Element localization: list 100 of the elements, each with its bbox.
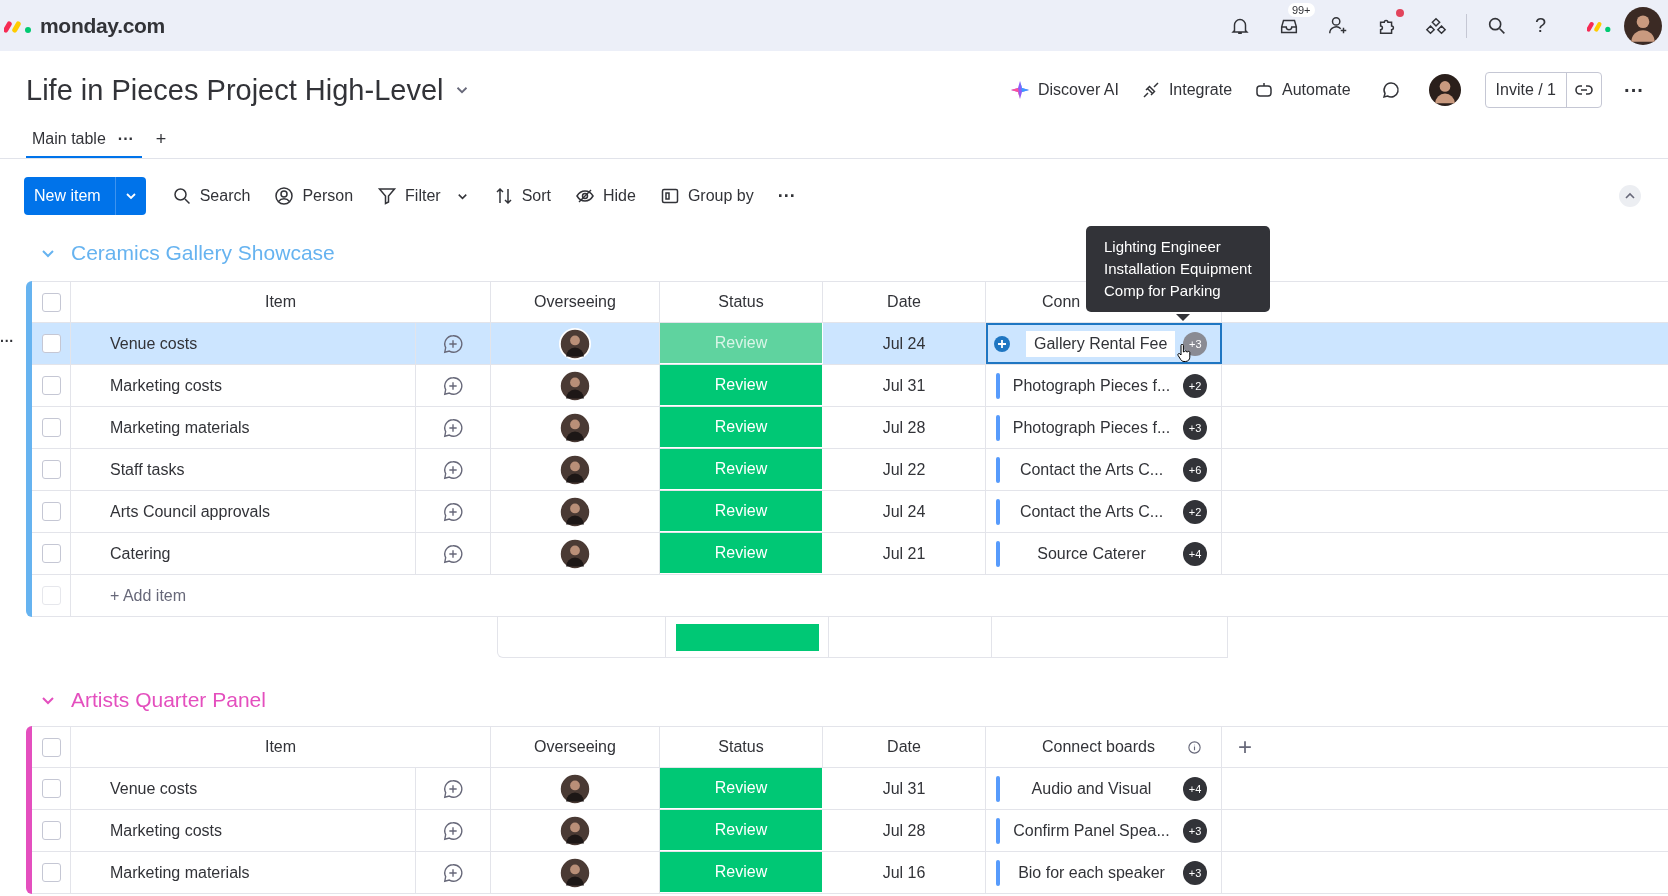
date-text: Jul 16: [882, 863, 926, 882]
count-badge[interactable]: +3: [1183, 818, 1207, 843]
count-badge[interactable]: +4: [1183, 541, 1207, 566]
group-button[interactable]: Group by: [659, 186, 754, 206]
tooltip-arrow: [1176, 314, 1190, 321]
add-update-icon[interactable]: [442, 458, 464, 481]
table-row[interactable]: Catering Review Jul 21 Source Caterer +4: [32, 533, 1668, 575]
help-button[interactable]: ?: [1534, 14, 1546, 37]
linked-item[interactable]: Photograph Pieces f...: [1008, 418, 1175, 437]
avatar-icon[interactable]: [559, 537, 591, 570]
checkbox[interactable]: [41, 334, 61, 353]
avatar-icon[interactable]: [559, 369, 591, 402]
table-row[interactable]: Staff tasks Review Jul 22 Contact the Arts C... +6: [32, 449, 1668, 491]
item-name[interactable]: Marketing materials: [110, 863, 250, 882]
avatar-icon[interactable]: [559, 814, 591, 847]
checkbox[interactable]: [41, 863, 61, 882]
person-button[interactable]: Person: [274, 186, 354, 206]
checkbox[interactable]: [41, 376, 61, 395]
date-text: Jul 31: [882, 376, 926, 395]
search-button[interactable]: Search: [171, 186, 251, 206]
add-item-button[interactable]: + Add item: [110, 586, 187, 605]
item-name[interactable]: Marketing materials: [110, 418, 250, 437]
integrate-button[interactable]: Integrate: [1140, 80, 1233, 100]
new-item-button[interactable]: New item: [24, 177, 146, 215]
date-text: Jul 24: [882, 502, 926, 521]
count-badge[interactable]: +4: [1183, 776, 1207, 801]
table-row[interactable]: Venue costs Review Jul 31 Audio and Visual +4: [32, 768, 1668, 810]
hand-cursor-icon: [1177, 344, 1191, 362]
count-badge[interactable]: +3: [1183, 860, 1207, 885]
item-name[interactable]: Arts Council approvals: [110, 502, 271, 521]
table-row[interactable]: Marketing materials Review Jul 16 Bio for each speaker +3: [32, 852, 1668, 894]
checkbox-placeholder: [41, 586, 61, 605]
linked-item[interactable]: Bio for each speaker: [1008, 863, 1175, 882]
count-badge[interactable]: +3: [1183, 415, 1207, 440]
add-update-icon[interactable]: [442, 819, 464, 842]
checkbox[interactable]: [41, 821, 61, 840]
item-name[interactable]: Venue costs: [110, 779, 198, 798]
discover-ai-button[interactable]: Discover AI: [1009, 80, 1119, 100]
item-name[interactable]: Marketing costs: [110, 821, 223, 840]
automate-button[interactable]: Automate: [1254, 80, 1351, 100]
more-button[interactable]: ···: [1624, 78, 1644, 102]
checkbox[interactable]: [41, 502, 61, 521]
add-update-icon[interactable]: [442, 542, 464, 565]
linked-item[interactable]: Gallery Rental Fee: [1026, 330, 1176, 357]
date-text: Jul 21: [882, 544, 926, 563]
add-update-icon[interactable]: [442, 861, 464, 884]
checkbox[interactable]: [41, 292, 61, 312]
add-update-icon[interactable]: [442, 777, 464, 800]
count-badge[interactable]: +2: [1183, 499, 1207, 524]
board-tab[interactable]: Main table ···: [26, 130, 142, 158]
avatar-icon[interactable]: [559, 856, 591, 889]
avatar-icon[interactable]: [559, 495, 591, 528]
avatar-icon[interactable]: [559, 772, 591, 805]
chat-bubble-icon[interactable]: [1380, 80, 1401, 100]
add-update-icon[interactable]: [442, 416, 464, 439]
filter-button[interactable]: Filter: [377, 186, 470, 206]
row-menu-button[interactable]: ···: [0, 333, 14, 349]
avatar-icon[interactable]: [559, 327, 591, 360]
linked-item[interactable]: Audio and Visual: [1008, 779, 1175, 798]
add-column-button[interactable]: +: [1238, 733, 1252, 761]
linked-item[interactable]: Contact the Arts C...: [1008, 460, 1175, 479]
sort-button[interactable]: Sort: [493, 186, 551, 206]
count-badge[interactable]: +2: [1183, 373, 1207, 398]
count-badge[interactable]: +6: [1183, 457, 1207, 482]
add-update-icon[interactable]: [442, 374, 464, 397]
checkbox[interactable]: [41, 544, 61, 563]
more-button[interactable]: ···: [777, 185, 796, 207]
linked-item[interactable]: Confirm Panel Spea...: [1008, 821, 1175, 840]
add-link-icon[interactable]: [994, 335, 1010, 352]
avatar-icon[interactable]: [1624, 6, 1662, 45]
date-text: Jul 24: [882, 334, 926, 353]
board-title: Life in Pieces Project High-Level: [26, 73, 444, 107]
add-update-icon[interactable]: [442, 500, 464, 523]
item-name[interactable]: Marketing costs: [110, 376, 223, 395]
column-header: Date: [887, 738, 921, 756]
checkbox[interactable]: [41, 460, 61, 479]
checkbox[interactable]: [41, 418, 61, 437]
checkbox[interactable]: [41, 779, 61, 798]
linked-item[interactable]: Source Caterer: [1008, 544, 1175, 563]
add-update-icon[interactable]: [442, 332, 464, 355]
column-header: Overseeing: [534, 738, 616, 756]
item-name[interactable]: Venue costs: [110, 334, 198, 353]
info-icon[interactable]: [1186, 739, 1202, 755]
linked-item[interactable]: Photograph Pieces f...: [1008, 376, 1175, 395]
table-row[interactable]: Arts Council approvals Review Jul 24 Contact the Arts C... +2: [32, 491, 1668, 533]
table-row[interactable]: Marketing costs Review Jul 28 Confirm Panel Spea... +3: [32, 810, 1668, 852]
item-name[interactable]: Staff tasks: [110, 460, 185, 479]
checkbox[interactable]: [41, 737, 61, 757]
table-row[interactable]: Marketing costs Review Jul 31 Photograph Pieces f... +2: [32, 365, 1668, 407]
avatar-icon[interactable]: [559, 453, 591, 486]
column-header: Date: [887, 293, 921, 311]
avatar-icon[interactable]: [1428, 74, 1461, 106]
table-row[interactable]: Marketing materials Review Jul 28 Photograph Pieces f... +3: [32, 407, 1668, 449]
hide-button[interactable]: Hide: [575, 186, 636, 206]
add-tab-button[interactable]: +: [155, 129, 167, 158]
avatar-icon[interactable]: [559, 411, 591, 444]
count-badge: 99+: [1287, 2, 1315, 17]
linked-item[interactable]: Contact the Arts C...: [1008, 502, 1175, 521]
collapse-button[interactable]: [1618, 184, 1642, 208]
item-name[interactable]: Catering: [110, 544, 171, 563]
